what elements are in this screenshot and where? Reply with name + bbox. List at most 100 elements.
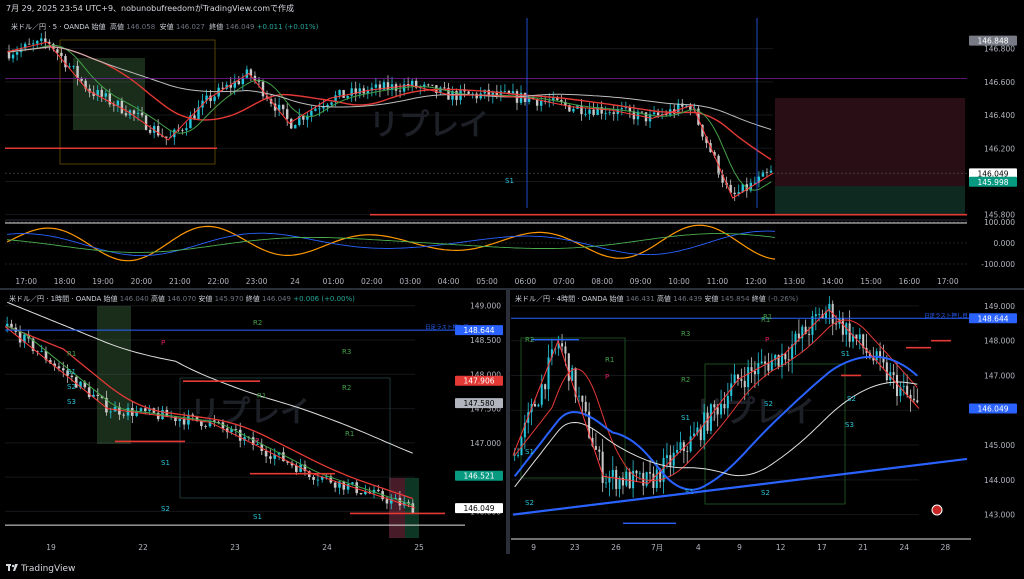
- candle-body: [620, 108, 624, 110]
- price-tag-text: 145.998: [977, 178, 1008, 187]
- candle-body: [100, 89, 103, 97]
- candle-body: [640, 111, 644, 113]
- candle-body: [561, 343, 564, 347]
- candle-body: [213, 96, 216, 102]
- time-axis-label: 9: [737, 543, 742, 552]
- candle-body: [540, 384, 543, 405]
- chart-1h-svg[interactable]: 149.000148.500148.000147.500147.000146.5…: [5, 290, 505, 554]
- time-axis-label: 04:00: [438, 277, 460, 286]
- candle-body: [723, 403, 726, 409]
- candle-body: [750, 367, 753, 371]
- candle-body: [594, 446, 597, 450]
- legend-low-label: 安値: [704, 295, 719, 303]
- chart-4h-svg[interactable]: 149.000148.000147.000146.000145.000144.0…: [511, 290, 1019, 554]
- candle-body: [310, 110, 313, 116]
- panel-divider-vertical[interactable]: [506, 290, 510, 554]
- candle-body: [15, 52, 19, 55]
- candle-body: [598, 449, 601, 452]
- candle-body: [60, 52, 63, 56]
- candle-body: [181, 129, 184, 131]
- candle-body: [285, 109, 289, 119]
- legend-close: 146.049: [225, 23, 255, 31]
- candle-body: [615, 469, 618, 489]
- price-tag-text: 146.521: [463, 472, 494, 481]
- price-tag-text: 147.906: [463, 377, 494, 386]
- candle-body: [572, 108, 575, 112]
- time-axis-label: 01:00: [323, 277, 345, 286]
- candle-body: [689, 436, 692, 452]
- time-axis-label: 23: [570, 543, 580, 552]
- price-scale-label: 147.000: [470, 439, 501, 448]
- candle-body: [814, 314, 817, 317]
- time-axis-label: 22: [138, 543, 148, 552]
- candle-body: [902, 385, 905, 387]
- candle-body: [221, 87, 224, 89]
- candle-body: [312, 476, 315, 480]
- legend-high-label: 高値: [150, 295, 165, 303]
- trend-line: [512, 457, 968, 516]
- tradingview-logo[interactable]: TradingView: [6, 564, 75, 574]
- candle-body: [64, 55, 67, 68]
- candle-body: [136, 112, 140, 114]
- candle-body: [140, 112, 144, 116]
- chart-5m-svg[interactable]: 146.800146.600146.400146.200146.000145.8…: [5, 18, 1019, 288]
- time-axis-label: 4: [696, 543, 701, 552]
- candle-body: [605, 482, 608, 484]
- candle-body: [316, 479, 320, 481]
- legend-high-label: 高値: [656, 295, 671, 303]
- candle-body: [204, 426, 207, 427]
- candle-body: [912, 398, 915, 401]
- candle-body: [132, 110, 136, 114]
- time-axis-label: 21:00: [169, 277, 191, 286]
- legend-symbol: 米ドル／円 · 1時間 · OANDA: [9, 295, 102, 303]
- pivot-label: R2: [681, 376, 690, 384]
- candle-body: [5, 323, 9, 327]
- osc-scale-label: -100.000: [981, 260, 1015, 269]
- pivot-label: S1: [253, 513, 262, 521]
- time-axis-label: 23:00: [246, 277, 268, 286]
- pivot-label: S3: [845, 421, 854, 429]
- chart-panel-5m[interactable]: 146.800146.600146.400146.200146.000145.8…: [5, 18, 1019, 288]
- candle-body: [185, 128, 188, 131]
- candle-body: [743, 380, 746, 388]
- candle-body: [916, 400, 919, 403]
- time-axis-label: 26: [611, 543, 621, 552]
- chart-panel-4h[interactable]: 149.000148.000147.000146.000145.000144.0…: [511, 290, 1019, 554]
- candle-body: [612, 112, 615, 114]
- pivot-label: R1: [345, 430, 354, 438]
- candle-body: [747, 367, 750, 388]
- legend-low: 145.970: [214, 295, 244, 303]
- candle-body: [645, 472, 648, 486]
- legend-open: 146.040: [119, 295, 149, 303]
- candle-body: [475, 93, 478, 99]
- candle-body: [584, 113, 587, 115]
- candle-body: [87, 387, 91, 398]
- candle-body: [517, 455, 520, 456]
- pivot-label: S3: [67, 398, 76, 406]
- candle-body: [686, 451, 689, 452]
- candle-body: [148, 129, 152, 133]
- candle-body: [281, 104, 285, 110]
- legend-close: 146.049: [262, 295, 291, 303]
- candle-body: [143, 408, 147, 412]
- legend-low-label: 安値: [198, 295, 213, 303]
- tradingview-logo-text: TradingView: [21, 564, 76, 574]
- candle-body: [374, 84, 378, 88]
- price-scale-label: 143.000: [984, 511, 1015, 520]
- candle-body: [769, 170, 773, 173]
- footer-bar: [0, 560, 1024, 579]
- chart-panel-1h[interactable]: 149.000148.500148.000147.500147.000146.5…: [5, 290, 505, 554]
- pivot-label: S2: [67, 383, 76, 391]
- candle-body: [398, 90, 402, 92]
- legend-change: +0.011 (+0.01%): [256, 23, 319, 31]
- price-scale-label: 149.000: [984, 302, 1015, 311]
- candle-body: [245, 69, 249, 78]
- legend-open-label: 始値: [103, 295, 118, 303]
- time-axis-label: 10:00: [668, 277, 690, 286]
- legend-open-label: 始値: [91, 23, 106, 31]
- candle-body: [394, 84, 398, 91]
- time-axis-label: 14:00: [822, 277, 844, 286]
- price-tag-text: 146.049: [977, 405, 1008, 414]
- time-axis-label: 17:00: [15, 277, 37, 286]
- legend-4h: 米ドル／円 · 4時間 · OANDA 始値 146.431 高値 146.43…: [515, 294, 798, 304]
